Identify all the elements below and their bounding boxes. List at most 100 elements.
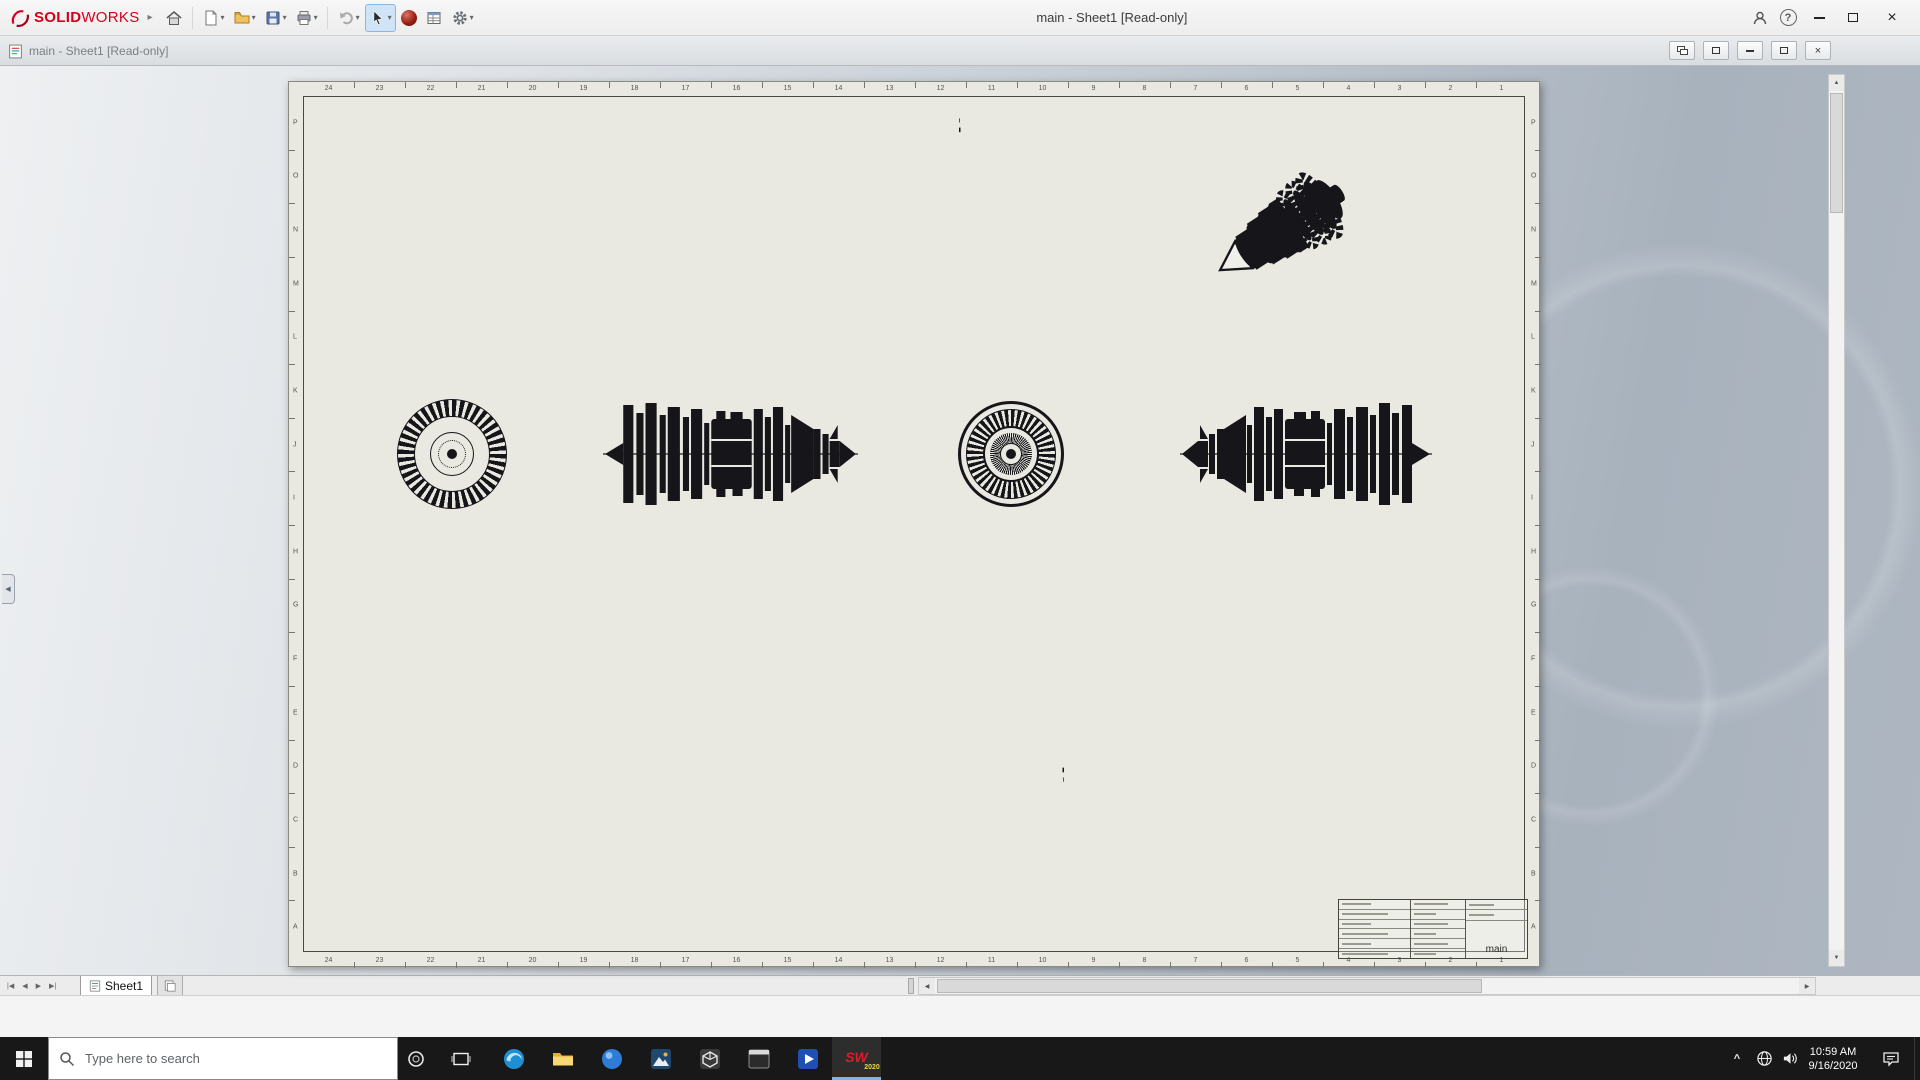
zone-label: 24	[325, 957, 333, 964]
account-button[interactable]	[1746, 0, 1774, 36]
add-sheet-tab[interactable]	[157, 976, 183, 996]
cascade-icon	[1677, 46, 1688, 55]
help-button[interactable]: ?	[1774, 0, 1802, 36]
photos-icon	[649, 1047, 673, 1071]
dropdown-icon[interactable]: ▾	[470, 14, 474, 22]
spinner-center	[1006, 449, 1016, 459]
network-button[interactable]	[1752, 1037, 1776, 1080]
first-sheet-button[interactable]: |◀	[4, 982, 17, 990]
maximize-button[interactable]	[1836, 0, 1870, 36]
home-button[interactable]	[162, 4, 186, 32]
zone-tick	[289, 203, 295, 204]
chevron-up-icon: ^	[1734, 1053, 1740, 1065]
zone-tick	[1535, 900, 1541, 901]
terminal-button[interactable]	[734, 1037, 783, 1080]
dropdown-icon[interactable]: ▾	[283, 14, 287, 22]
browser-icon	[600, 1047, 624, 1071]
zone-label: 21	[478, 85, 486, 92]
undo-button[interactable]: ▾	[334, 4, 363, 32]
drawing-view-isometric[interactable]	[1194, 132, 1399, 300]
drawing-view-top[interactable]	[959, 109, 1063, 368]
cortana-button[interactable]	[394, 1037, 438, 1080]
zone-tick	[1535, 525, 1541, 526]
save-button[interactable]: ▾	[261, 4, 290, 32]
zone-tick	[456, 82, 457, 88]
zone-label: 21	[478, 957, 486, 964]
toolbar-flyout-icon[interactable]: ▸	[148, 12, 153, 23]
home-icon	[165, 9, 183, 27]
dropdown-icon[interactable]: ▾	[388, 14, 392, 22]
edge-button[interactable]	[489, 1037, 538, 1080]
threedexperience-button[interactable]	[398, 4, 420, 32]
doc-close-button[interactable]: ×	[1805, 41, 1831, 60]
options-button[interactable]: ▾	[448, 4, 477, 32]
horizontal-scroll-thumb[interactable]	[937, 979, 1482, 993]
taskbar-search[interactable]	[48, 1037, 398, 1080]
drawing-view-front-circle[interactable]	[397, 399, 507, 509]
zone-label: 24	[325, 85, 333, 92]
last-sheet-button[interactable]: ▶|	[46, 982, 59, 990]
action-center-button[interactable]	[1876, 1037, 1906, 1080]
tab-sheet1[interactable]: Sheet1	[80, 976, 152, 996]
scroll-left-button[interactable]: ◀	[919, 978, 935, 994]
open-button[interactable]: ▾	[230, 4, 259, 32]
select-tool-button[interactable]: ▾	[365, 4, 396, 32]
drawing-view-left-side[interactable]	[601, 399, 864, 509]
doc-restore-button[interactable]	[1771, 41, 1797, 60]
zone-label: C	[1531, 816, 1536, 823]
zone-label: 18	[631, 957, 639, 964]
dropdown-icon[interactable]: ▾	[314, 14, 318, 22]
zone-label: M	[293, 280, 299, 287]
start-button[interactable]	[0, 1037, 48, 1080]
open-folder-icon	[233, 9, 251, 27]
vertical-scrollbar[interactable]: ▲ ▼	[1828, 74, 1845, 967]
solidworks-taskbar-button[interactable]: SW 2020	[832, 1037, 881, 1080]
media-button[interactable]	[783, 1037, 832, 1080]
show-desktop-button[interactable]	[1914, 1037, 1920, 1080]
taskbar-clock[interactable]: 10:59 AM 9/16/2020	[1793, 1037, 1873, 1080]
cascade-windows-button[interactable]	[1669, 41, 1695, 60]
save-icon	[264, 9, 282, 27]
zone-label: 20	[529, 85, 537, 92]
previous-sheet-button[interactable]: ◀	[19, 982, 30, 990]
zone-label: 5	[1296, 957, 1300, 964]
undo-icon	[337, 9, 355, 27]
graphics-area[interactable]: ◀	[0, 66, 1920, 975]
dropdown-icon[interactable]: ▾	[252, 14, 256, 22]
scroll-down-button[interactable]: ▼	[1829, 950, 1844, 966]
drawing-view-rear-circle[interactable]	[958, 401, 1064, 507]
scroll-up-button[interactable]: ▲	[1829, 75, 1844, 91]
drawing-view-right-side[interactable]	[1174, 399, 1434, 509]
zone-label: B	[1531, 870, 1536, 877]
tab-sheet1-label: Sheet1	[105, 979, 143, 993]
tray-expand-button[interactable]: ^	[1726, 1037, 1748, 1080]
vertical-scroll-thumb[interactable]	[1830, 93, 1843, 213]
model-viewer-button[interactable]	[685, 1037, 734, 1080]
print-button[interactable]: ▾	[292, 4, 321, 32]
task-view-button[interactable]	[439, 1037, 483, 1080]
browser-button[interactable]	[587, 1037, 636, 1080]
dropdown-icon[interactable]: ▾	[356, 14, 360, 22]
horizontal-scrollbar[interactable]: ◀ ▶	[918, 977, 1816, 995]
file-explorer-button[interactable]	[538, 1037, 587, 1080]
table-button[interactable]	[422, 4, 446, 32]
doc-minimize-button[interactable]	[1737, 41, 1763, 60]
tab-scrollbar-splitter[interactable]	[908, 978, 914, 994]
zone-label: 18	[631, 85, 639, 92]
zone-tick	[1017, 82, 1018, 88]
drawing-sheet[interactable]: main 24242323222221212020191918181717161…	[288, 81, 1540, 967]
window-title: main - Sheet1 [Read-only]	[478, 10, 1746, 25]
photos-button[interactable]	[636, 1037, 685, 1080]
search-input[interactable]	[85, 1051, 355, 1066]
feature-panel-collapse-handle[interactable]: ◀	[2, 574, 15, 604]
scroll-right-button[interactable]: ▶	[1799, 978, 1815, 994]
minimize-button[interactable]	[1802, 0, 1836, 36]
scroll-right-icon: ▶	[1805, 983, 1810, 990]
next-sheet-button[interactable]: ▶	[33, 982, 44, 990]
drawing-view-bottom[interactable]	[960, 530, 1064, 791]
tile-windows-button[interactable]	[1703, 41, 1729, 60]
add-sheet-icon	[164, 980, 176, 992]
close-button[interactable]: ×	[1870, 0, 1914, 36]
new-document-button[interactable]: ▾	[199, 4, 228, 32]
dropdown-icon[interactable]: ▾	[221, 14, 225, 22]
